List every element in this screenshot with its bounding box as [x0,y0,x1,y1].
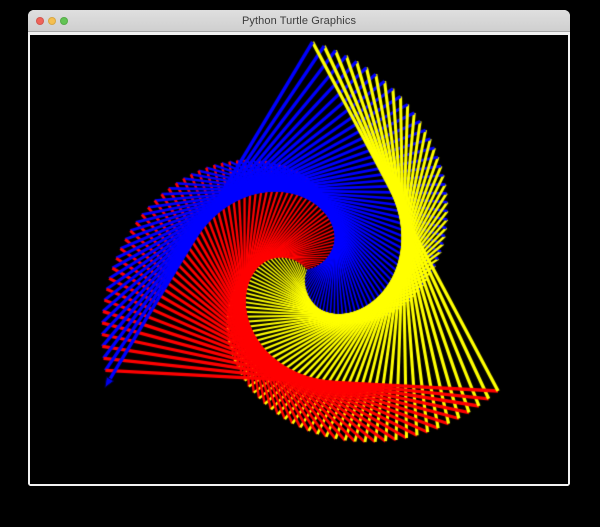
window-titlebar[interactable]: Python Turtle Graphics [28,10,570,32]
minimize-button[interactable] [48,17,56,25]
canvas-frame [28,33,570,486]
window-title: Python Turtle Graphics [242,15,356,27]
close-button[interactable] [36,17,44,25]
zoom-button[interactable] [60,17,68,25]
turtle-canvas[interactable] [30,35,568,484]
turtle-graphics-window: Python Turtle Graphics [28,10,570,486]
traffic-lights [36,10,68,31]
